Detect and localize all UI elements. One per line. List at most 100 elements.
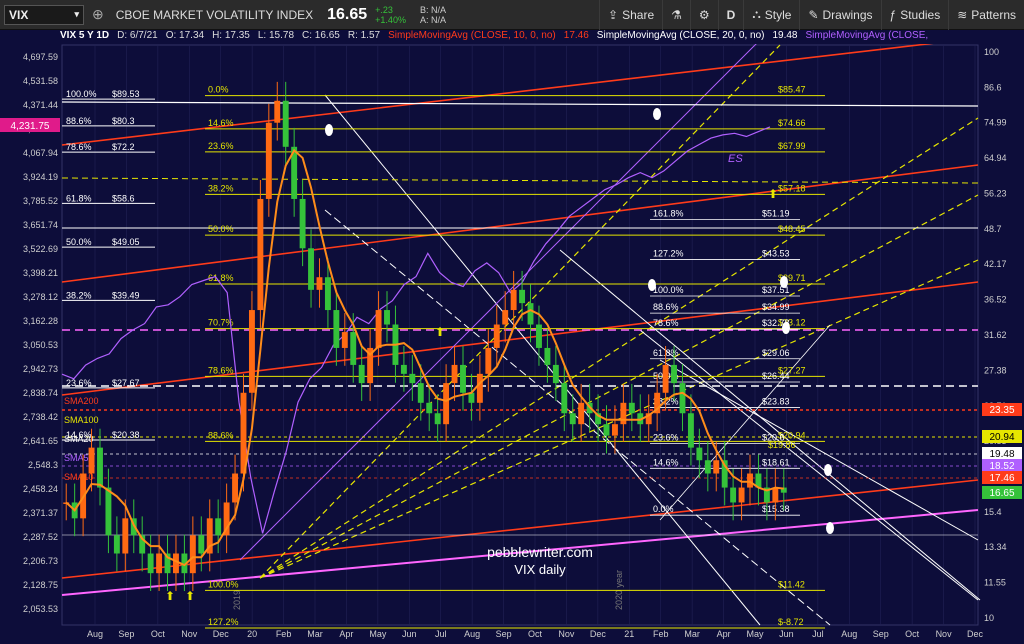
- sma50-label: SimpleMovingAvg (CLOSE,: [805, 30, 929, 41]
- left-axis-tick: 2,128.75: [23, 580, 58, 590]
- right-axis-tick: 10: [984, 613, 994, 623]
- right-price-badge-label: 16.65: [989, 488, 1014, 499]
- candle-body: [510, 289, 517, 311]
- candle-body: [434, 413, 441, 425]
- candle-body: [451, 364, 458, 384]
- candle-body: [519, 289, 526, 304]
- candle-body: [561, 383, 568, 414]
- arrow-icon: ⬆: [435, 325, 445, 339]
- candle-body: [552, 364, 559, 384]
- left-axis-tick: 2,371.37: [23, 508, 58, 518]
- study-header: VIX 5 Y 1D D: 6/7/21 O: 17.34 H: 17.35 L…: [60, 30, 1024, 44]
- fib-right-value: $29.06: [762, 348, 790, 358]
- fib-left-value: $58.6: [112, 193, 135, 203]
- candle-body: [476, 373, 483, 403]
- candle-body: [156, 553, 163, 574]
- candle-body: [696, 447, 703, 461]
- left-axis-tick: 2,838.74: [23, 388, 58, 398]
- marker-oval: [782, 322, 790, 334]
- fib-right-pct: 23.6%: [653, 432, 679, 442]
- candle-body: [628, 402, 635, 414]
- candle-body: [493, 324, 500, 348]
- fib-right-value: $34.99: [762, 302, 790, 312]
- x-axis-tick: Nov: [181, 629, 198, 639]
- fib-left-pct: 78.6%: [66, 142, 92, 152]
- chart-subtitle: VIX daily: [514, 562, 566, 577]
- candle-body: [527, 303, 534, 325]
- fib-center-pct: 100.0%: [208, 579, 239, 589]
- fib-left-value: $72.2: [112, 142, 135, 152]
- x-axis-tick: Feb: [653, 629, 669, 639]
- x-axis-tick: Nov: [558, 629, 575, 639]
- candle-body: [611, 424, 618, 436]
- x-axis-tick: May: [369, 629, 387, 639]
- fib-left-pct: 38.2%: [66, 290, 92, 300]
- sma20-value: 19.48: [772, 30, 798, 41]
- right-axis-tick: 86.6: [984, 82, 1002, 92]
- candle-body: [400, 364, 407, 374]
- chart-title: pebblewriter.com: [487, 544, 593, 560]
- right-axis-tick: 11.55: [984, 578, 1006, 588]
- chart-canvas[interactable]: 4,697.59 4,531.58 4,371.44 4,231.75 4,067.94…: [0, 0, 1024, 644]
- right-axis-tick: 56.23: [984, 189, 1007, 199]
- ohlc-close: C: 16.65: [302, 30, 340, 41]
- candle-body: [257, 198, 264, 311]
- x-axis-tick: Dec: [967, 629, 984, 639]
- fib-center-value: $48.45: [778, 224, 806, 234]
- fib-right-value: $26.44: [762, 371, 790, 381]
- marker-oval: [780, 276, 788, 288]
- candle-body: [409, 373, 416, 384]
- x-axis-tick: Apr: [339, 629, 353, 639]
- arrow-icon: ⬆: [768, 187, 778, 201]
- candle-body: [730, 487, 737, 503]
- left-axis-tick: 3,924.19: [23, 172, 58, 182]
- candle-body: [384, 310, 390, 325]
- candle-body: [173, 553, 179, 574]
- x-axis-tick: Sep: [873, 629, 889, 639]
- x-axis-tick: Aug: [464, 629, 480, 639]
- marker-oval: [824, 464, 832, 476]
- x-axis-tick: Dec: [590, 629, 607, 639]
- left-axis-tick: 3,162.28: [23, 316, 58, 326]
- fib-center-value: $11.42: [778, 579, 805, 589]
- fib-center-value: $-8.72: [778, 617, 804, 627]
- candle-body: [426, 402, 433, 414]
- fib-left-value: $89.53: [112, 89, 140, 99]
- fib-center-pct: 38.2%: [208, 183, 234, 193]
- ohlc-low: L: 15.78: [257, 30, 295, 41]
- left-axis-tick: 3,278.12: [23, 292, 58, 302]
- candle-body: [569, 413, 576, 425]
- candle-body: [105, 487, 112, 536]
- fib-left-value: $80.3: [112, 116, 135, 126]
- sma-label: SMA100: [64, 415, 99, 425]
- candle-body: [417, 383, 424, 403]
- marker-oval: [826, 522, 834, 534]
- es-label: ES: [728, 153, 743, 165]
- x-axis-tick: Oct: [905, 629, 920, 639]
- fib-right-value: $23.83: [762, 397, 790, 407]
- fib-left-value: $49.05: [112, 237, 140, 247]
- left-axis-tick: 4,531.58: [23, 76, 58, 86]
- candle-body: [662, 364, 669, 393]
- left-axis-tick: 4,697.59: [23, 52, 58, 62]
- x-axis-tick: Oct: [528, 629, 543, 639]
- ohlc-date: D: 6/7/21: [117, 30, 158, 41]
- candle-body: [443, 383, 450, 425]
- candle-body: [198, 535, 205, 554]
- left-axis-tick: 2,458.24: [23, 484, 58, 494]
- right-axis-tick: 42.17: [984, 259, 1007, 269]
- left-axis-tick: 3,651.74: [23, 220, 58, 230]
- right-axis-tick: 27.38: [984, 365, 1007, 375]
- right-axis-tick: 48.7: [984, 224, 1002, 234]
- fib-left-value: $20.38: [112, 430, 140, 440]
- sma10-value: 17.46: [563, 30, 589, 41]
- x-axis-tick: Jul: [435, 629, 447, 639]
- candle-body: [265, 122, 272, 199]
- fib-center-pct: 50.0%: [208, 224, 234, 234]
- left-axis-tick: 2,641.65: [23, 436, 58, 446]
- right-axis-tick: 15.4: [984, 507, 1002, 517]
- fib-right-pct: 14.6%: [653, 457, 679, 467]
- arrow-icon: ⬆: [185, 589, 195, 603]
- candle-body: [350, 332, 357, 365]
- left-axis-tick: 3,050.53: [23, 340, 58, 350]
